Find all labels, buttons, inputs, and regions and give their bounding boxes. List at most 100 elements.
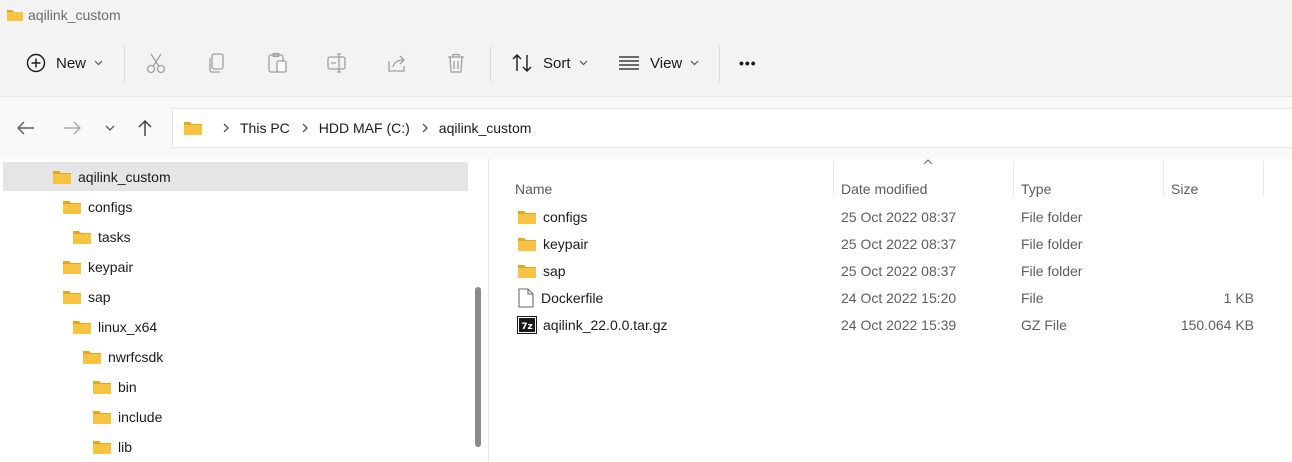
navigation-pane: aqilink_custom configs tasks keypair sap…	[0, 159, 489, 462]
folder-icon	[517, 263, 537, 279]
file-name: keypair	[543, 235, 589, 252]
view-button[interactable]: View	[618, 46, 699, 80]
folder-icon	[52, 169, 72, 185]
column-divider[interactable]	[833, 161, 834, 195]
toolbar-divider	[124, 46, 125, 82]
file-name: configs	[543, 208, 588, 225]
column-divider[interactable]	[1163, 161, 1164, 195]
cut-button[interactable]	[146, 46, 166, 80]
folder-icon	[62, 199, 82, 215]
file-date: 25 Oct 2022 08:37	[841, 208, 957, 225]
sort-button[interactable]: Sort	[511, 46, 588, 80]
breadcrumb-drive[interactable]: HDD MAF (C:)	[319, 120, 410, 136]
file-name: Dockerfile	[541, 289, 604, 306]
7z-archive-icon: 7z	[517, 315, 537, 334]
file-type: File folder	[1021, 208, 1083, 225]
back-button[interactable]	[14, 117, 38, 139]
paste-button[interactable]	[267, 46, 289, 80]
chevron-down-icon	[690, 60, 699, 66]
more-icon: •••	[739, 55, 757, 71]
more-options-button[interactable]: •••	[739, 46, 757, 80]
folder-icon	[517, 236, 537, 252]
trash-icon	[448, 53, 464, 73]
file-name-cell: sap	[517, 257, 566, 284]
chevron-right-icon	[302, 123, 308, 133]
column-divider[interactable]	[1263, 161, 1264, 195]
rename-icon	[327, 53, 346, 73]
file-size: 150.064 KB	[1180, 316, 1254, 333]
file-icon	[518, 287, 534, 308]
copy-icon	[209, 53, 224, 73]
scissors-icon	[146, 53, 166, 74]
chevron-right-icon	[223, 123, 229, 133]
breadcrumb-current-folder[interactable]: aqilink_custom	[439, 120, 532, 136]
share-button[interactable]	[386, 46, 408, 80]
folder-icon	[92, 379, 112, 395]
file-name-cell: Dockerfile	[517, 284, 603, 311]
tree-item-label: lib	[118, 439, 133, 455]
folder-icon	[62, 289, 82, 305]
column-divider[interactable]	[1013, 161, 1014, 195]
file-date: 25 Oct 2022 08:37	[841, 235, 957, 252]
navigation-pane-scrollbar[interactable]	[475, 287, 481, 447]
sort-icon	[512, 54, 532, 72]
tree-item-tasks[interactable]: tasks	[72, 222, 131, 252]
folder-icon	[72, 319, 92, 335]
clipboard-icon	[268, 52, 287, 73]
tree-item-lib[interactable]: lib	[92, 432, 132, 462]
file-row[interactable]: 7z aqilink_22.0.0.tar.gz 24 Oct 2022 15:…	[489, 311, 1269, 338]
arrow-left-icon	[17, 121, 34, 135]
tree-item-bin[interactable]: bin	[92, 372, 137, 402]
file-date: 25 Oct 2022 08:37	[841, 262, 957, 279]
archive-icon-text: 7z	[521, 322, 533, 332]
file-size: 1 KB	[1223, 289, 1254, 306]
file-type: File	[1021, 289, 1044, 306]
folder-icon	[183, 120, 203, 136]
window-title: aqilink_custom	[28, 7, 121, 23]
rename-button[interactable]	[326, 46, 348, 80]
folder-icon	[92, 439, 112, 455]
file-name: sap	[543, 262, 566, 279]
toolbar-divider	[719, 46, 720, 82]
tree-item-label: tasks	[98, 229, 131, 245]
up-button[interactable]	[133, 117, 157, 139]
tree-item-linux-x64[interactable]: linux_x64	[72, 312, 157, 342]
breadcrumb: This PC HDD MAF (C:) aqilink_custom	[183, 109, 531, 147]
file-row[interactable]: sap 25 Oct 2022 08:37 File folder	[489, 257, 1269, 284]
chevron-right-icon	[422, 123, 428, 133]
file-row[interactable]: Dockerfile 24 Oct 2022 15:20 File 1 KB	[489, 284, 1269, 311]
file-name-cell: keypair	[517, 230, 588, 257]
share-icon	[388, 55, 405, 72]
file-name-cell: configs	[517, 203, 587, 230]
view-label: View	[650, 54, 683, 72]
file-type: File folder	[1021, 262, 1083, 279]
breadcrumb-this-pc[interactable]: This PC	[240, 120, 290, 136]
tree-item-label: bin	[118, 379, 137, 395]
tree-item-include[interactable]: include	[92, 402, 162, 432]
tree-item-sap[interactable]: sap	[62, 282, 111, 312]
forward-button[interactable]	[60, 117, 84, 139]
delete-button[interactable]	[446, 46, 466, 80]
file-row[interactable]: configs 25 Oct 2022 08:37 File folder	[489, 203, 1269, 230]
sort-label: Sort	[543, 54, 571, 72]
arrow-up-icon	[138, 120, 152, 136]
list-view-icon	[619, 56, 639, 70]
tree-item-nwrfcsdk[interactable]: nwrfcsdk	[82, 342, 163, 372]
copy-button[interactable]	[207, 46, 227, 80]
tree-item-label: include	[118, 409, 163, 425]
tree-item-keypair[interactable]: keypair	[62, 252, 133, 282]
folder-icon	[92, 409, 112, 425]
recent-locations-button[interactable]	[98, 117, 122, 139]
tree-item-aqilink-custom[interactable]: aqilink_custom	[52, 162, 171, 192]
address-bar[interactable]: This PC HDD MAF (C:) aqilink_custom	[172, 108, 1292, 148]
tree-item-label: configs	[88, 199, 133, 215]
tree-item-configs[interactable]: configs	[62, 192, 132, 222]
file-row[interactable]: keypair 25 Oct 2022 08:37 File folder	[489, 230, 1269, 257]
file-list: Name Date modified Type Size configs 25 …	[489, 159, 1292, 462]
file-size	[1171, 230, 1254, 257]
folder-icon	[62, 259, 82, 275]
arrow-right-icon	[64, 121, 81, 135]
folder-icon	[82, 349, 102, 365]
file-date: 24 Oct 2022 15:20	[841, 289, 957, 306]
new-button[interactable]: New	[26, 46, 103, 80]
